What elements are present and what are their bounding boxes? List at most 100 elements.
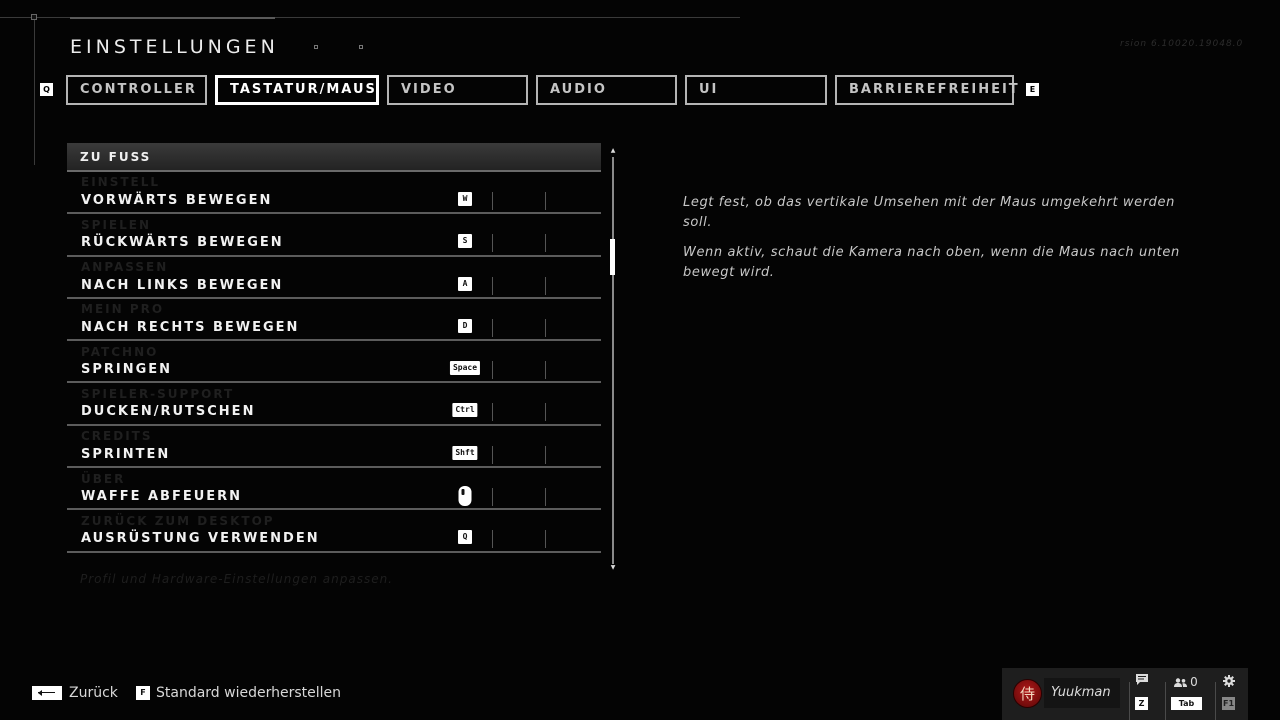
tertiary-binding-slot[interactable]: [547, 486, 601, 506]
divider: [1129, 682, 1130, 720]
keybinding-list: ZU FUSS EINSTELL SPIELEN ANPASSEN MEIN P…: [67, 143, 601, 553]
action-label: NACH LINKS BEWEGEN: [81, 277, 284, 293]
reset-label: Standard wiederherstellen: [156, 685, 342, 701]
tab-accessibility[interactable]: BARRIEREFREIHEIT: [835, 75, 1018, 105]
binding-separator: [545, 488, 546, 507]
divider: [1165, 682, 1166, 720]
tab-audio[interactable]: AUDIO: [536, 75, 677, 105]
action-label: SPRINTEN: [81, 446, 171, 462]
reset-defaults-button[interactable]: F Standard wiederherstellen: [136, 685, 341, 701]
next-tab-key-hint[interactable]: E: [1026, 83, 1039, 96]
keybinding-row[interactable]: DUCKEN/RUTSCHEN Ctrl: [67, 383, 601, 426]
keybinding-row[interactable]: VORWÄRTS BEWEGEN W: [67, 172, 601, 215]
keycap: W: [458, 192, 472, 206]
back-button[interactable]: Zurück: [32, 685, 118, 701]
section-header: ZU FUSS: [67, 143, 601, 172]
frame-top-highlight: [70, 17, 275, 19]
primary-binding-slot[interactable]: S: [437, 232, 493, 252]
action-label: DUCKEN/RUTSCHEN: [81, 404, 256, 420]
keycap: Shft: [452, 445, 478, 460]
back-arrow-icon: [32, 686, 62, 700]
keybinding-row[interactable]: NACH RECHTS BEWEGEN D: [67, 299, 601, 342]
keybinding-row[interactable]: NACH LINKS BEWEGEN A: [67, 257, 601, 299]
description-paragraph: Wenn aktiv, schaut die Kamera nach oben,…: [683, 245, 1180, 280]
keycap: A: [458, 276, 472, 291]
avatar[interactable]: 侍: [1013, 679, 1042, 708]
secondary-binding-slot[interactable]: [494, 275, 546, 295]
keycap: Q: [458, 530, 472, 545]
secondary-binding-slot[interactable]: [494, 401, 546, 421]
secondary-binding-slot[interactable]: [494, 190, 546, 210]
binding-separator: [492, 276, 493, 295]
primary-binding-slot[interactable]: Space: [437, 359, 493, 379]
action-label: VORWÄRTS BEWEGEN: [81, 193, 273, 208]
primary-binding-slot[interactable]: Shft: [437, 444, 493, 464]
keybinding-row[interactable]: RÜCKWÄRTS BEWEGEN S: [67, 214, 601, 257]
secondary-binding-slot[interactable]: [494, 359, 546, 379]
scroll-track[interactable]: [612, 157, 614, 564]
secondary-binding-slot[interactable]: [494, 486, 546, 506]
tertiary-binding-slot[interactable]: [547, 232, 601, 252]
left-mouse-button-icon: [458, 486, 472, 507]
tab-keyboard-mouse[interactable]: TASTATUR/MAUS: [215, 75, 379, 105]
binding-separator: [492, 234, 493, 253]
primary-binding-slot[interactable]: Ctrl: [437, 401, 493, 421]
tertiary-binding-slot[interactable]: [547, 444, 601, 464]
username[interactable]: Yuukman: [1044, 678, 1120, 708]
page-title: EINSTELLUNGEN: [70, 36, 279, 58]
settings-key-hint: F1: [1222, 697, 1235, 710]
binding-separator: [545, 234, 546, 253]
primary-binding-slot[interactable]: Q: [437, 528, 493, 548]
keybinding-row[interactable]: AUSRÜSTUNG VERWENDEN Q: [67, 510, 601, 553]
secondary-binding-slot[interactable]: [494, 232, 546, 252]
binding-separator: [492, 361, 493, 380]
keybinding-row[interactable]: SPRINTEN Shft: [67, 426, 601, 469]
action-label: AUSRÜSTUNG VERWENDEN: [81, 531, 320, 547]
tertiary-binding-slot[interactable]: [547, 401, 601, 421]
action-label: NACH RECHTS BEWEGEN: [81, 319, 300, 335]
tertiary-binding-slot[interactable]: [547, 528, 601, 548]
action-label: SPRINGEN: [81, 362, 173, 378]
back-label: Zurück: [69, 685, 118, 701]
binding-separator: [545, 530, 546, 549]
secondary-binding-slot[interactable]: [494, 528, 546, 548]
secondary-binding-slot[interactable]: [494, 444, 546, 464]
tab-video[interactable]: VIDEO: [387, 75, 528, 105]
friends-count: 0: [1190, 675, 1198, 689]
scroll-up-arrow-icon[interactable]: ▲: [609, 148, 617, 154]
chat-icon[interactable]: [1135, 674, 1149, 688]
binding-separator: [545, 318, 546, 337]
tab-ui[interactable]: UI: [685, 75, 827, 105]
binding-separator: [492, 318, 493, 337]
description-paragraph: Legt fest, ob das vertikale Umsehen mit …: [683, 195, 1175, 230]
list-scrollbar[interactable]: ▲ ▼: [609, 148, 617, 572]
friends-icon[interactable]: [1172, 676, 1188, 690]
binding-separator: [545, 276, 546, 295]
binding-separator: [545, 361, 546, 380]
tab-controller[interactable]: CONTROLLER: [66, 75, 207, 105]
gear-icon[interactable]: [1222, 675, 1236, 690]
frame-left-line: [34, 17, 35, 165]
binding-separator: [492, 192, 493, 210]
primary-binding-slot[interactable]: D: [437, 317, 493, 337]
tertiary-binding-slot[interactable]: [547, 317, 601, 337]
keycap: Space: [449, 361, 481, 376]
scroll-down-arrow-icon[interactable]: ▼: [609, 565, 617, 571]
title-decoration-dot: [359, 45, 363, 49]
scroll-thumb[interactable]: [610, 238, 615, 275]
keybinding-row[interactable]: WAFFE ABFEUERN: [67, 468, 601, 511]
tertiary-binding-slot[interactable]: [547, 275, 601, 295]
frame-corner-node: [31, 14, 37, 20]
primary-binding-slot[interactable]: W: [437, 190, 493, 210]
primary-binding-slot[interactable]: A: [437, 275, 493, 295]
binding-separator: [545, 192, 546, 210]
secondary-binding-slot[interactable]: [494, 317, 546, 337]
title-decoration-dot: [314, 45, 318, 49]
setting-description: Legt fest, ob das vertikale Umsehen mit …: [683, 193, 1183, 293]
tertiary-binding-slot[interactable]: [547, 359, 601, 379]
primary-binding-slot[interactable]: [437, 486, 493, 507]
prev-tab-key-hint[interactable]: Q: [40, 83, 53, 96]
keybinding-row[interactable]: SPRINGEN Space: [67, 341, 601, 384]
tertiary-binding-slot[interactable]: [547, 190, 601, 210]
action-label: RÜCKWÄRTS BEWEGEN: [81, 235, 284, 251]
